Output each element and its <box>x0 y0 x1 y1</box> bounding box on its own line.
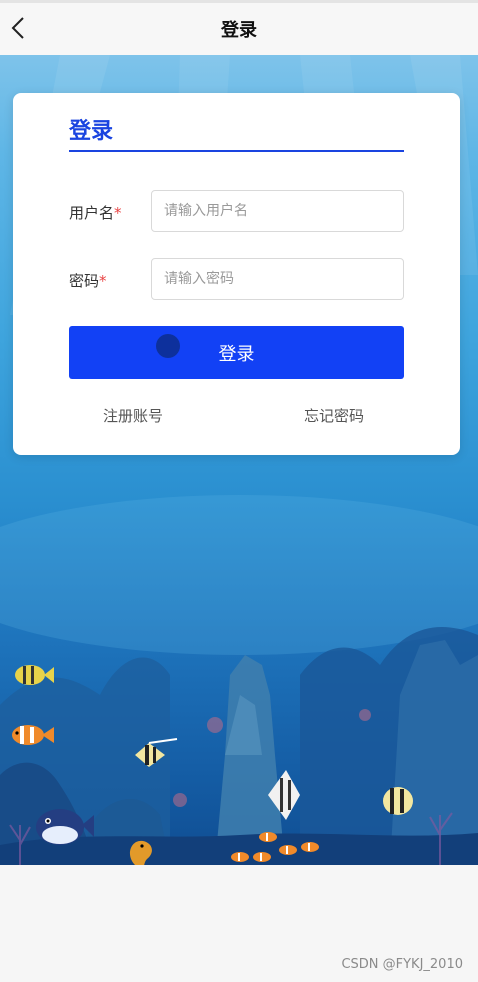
username-input[interactable] <box>151 190 404 232</box>
forgot-password-link[interactable]: 忘记密码 <box>304 405 364 426</box>
page-title: 登录 <box>221 20 257 41</box>
login-button[interactable]: 登录 <box>69 326 404 379</box>
nav-bar: 登录 <box>0 0 478 55</box>
password-input[interactable] <box>151 258 404 300</box>
password-label: 密码* <box>69 270 107 291</box>
login-card: 登录 用户名* 密码* 登录 注册账号 忘记密码 <box>13 93 460 455</box>
back-button[interactable] <box>6 11 30 45</box>
title-underline <box>69 150 404 152</box>
chevron-left-icon <box>11 17 24 39</box>
register-link[interactable]: 注册账号 <box>103 405 163 426</box>
touch-indicator <box>156 334 180 358</box>
password-label-text: 密码 <box>69 272 100 290</box>
login-page: 登录 登录 用户名* 请输入用户名 密码* 登录 注册账号 忘记密码 CSDN … <box>0 0 478 982</box>
username-label: 用户名* <box>69 202 122 223</box>
required-mark: * <box>114 204 122 222</box>
username-label-text: 用户名 <box>69 204 115 222</box>
watermark: CSDN @FYKJ_2010 <box>341 957 463 972</box>
required-mark: * <box>99 272 107 290</box>
card-title: 登录 <box>69 119 114 144</box>
